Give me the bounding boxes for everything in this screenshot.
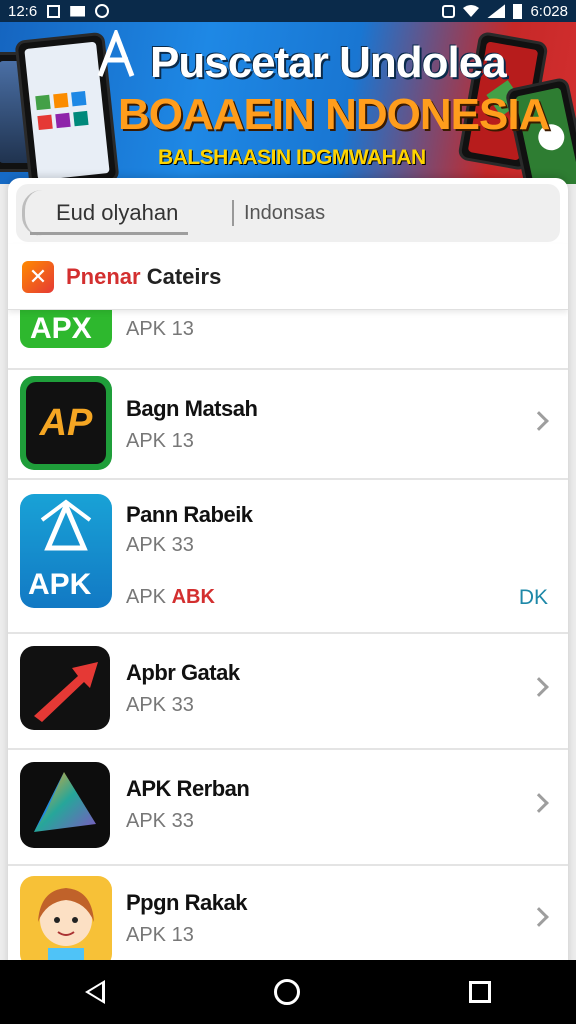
search-tab-left[interactable]: Eud olyahan xyxy=(56,200,202,226)
status-bar: 12:6 6:028 xyxy=(0,0,576,22)
signal-icon xyxy=(487,4,506,18)
category-title-red: Pnenar xyxy=(66,263,141,289)
mail-icon xyxy=(70,5,86,17)
category-x-icon: ✕ xyxy=(22,260,54,293)
category-title: Pnenar Cateirs xyxy=(66,264,221,290)
nav-home-icon[interactable] xyxy=(273,979,300,1005)
back-bracket-icon[interactable] xyxy=(22,190,50,236)
app-list-card: Eud olyahan Indonsas ✕ Pnenar Cateirs AP… xyxy=(8,178,568,978)
list-item[interactable]: AP Bagn Matsah APK 13 xyxy=(8,370,568,480)
app-list: APX APK 13 AP Bagn Matsah APK 13 APK Pan… xyxy=(8,304,568,976)
app-extra-grey: APK xyxy=(126,586,167,608)
search-tab-indicator xyxy=(30,232,188,235)
banner-title: Puscetar Undolea xyxy=(150,38,507,87)
search-divider xyxy=(232,200,234,226)
avatar-girl-icon xyxy=(20,876,112,968)
banner-tagline: BALSHAASIN IDGMWAHAN xyxy=(158,146,426,169)
app-extra-label: APK ABK xyxy=(126,586,215,609)
battery-icon xyxy=(513,3,523,19)
app-version: APK 13 xyxy=(126,318,194,340)
nav-back-icon[interactable] xyxy=(84,980,105,1004)
notification-icon xyxy=(47,4,61,18)
system-nav-bar xyxy=(0,960,576,1024)
app-version: APK 13 xyxy=(126,430,194,452)
banner-subtitle: BOAAEIN NDONESIA xyxy=(118,90,550,139)
list-item[interactable]: Apbr Gatak APK 33 xyxy=(8,634,568,750)
svg-text:APX: APX xyxy=(30,312,92,345)
app-extra-red: ABK xyxy=(171,586,215,608)
status-time: 12:6 xyxy=(8,2,38,20)
nav-recents-icon[interactable] xyxy=(469,981,492,1003)
list-item[interactable]: APK Rerban APK 33 xyxy=(8,750,568,866)
app-name: Ppgn Rakak xyxy=(126,890,247,915)
app-name: Pann Rabeik xyxy=(126,502,253,527)
promo-banner[interactable]: Puscetar Undolea BOAAEIN NDONESIA BALSHA… xyxy=(0,22,576,184)
app-name: APK Rerban xyxy=(126,776,250,801)
logo-icon xyxy=(97,30,135,77)
app-name: Apbr Gatak xyxy=(126,660,240,685)
list-item[interactable]: APK Pann Rabeik APK 33 APK ABK DK xyxy=(8,480,568,634)
wifi-icon xyxy=(463,5,480,17)
app-name: Bagn Matsah xyxy=(126,396,258,421)
sync-icon xyxy=(95,4,110,18)
alarm-icon xyxy=(442,4,456,18)
list-item[interactable]: APX APK 13 xyxy=(8,304,568,370)
triangle-gradient-icon xyxy=(20,762,110,848)
chevron-right-icon[interactable] xyxy=(529,907,549,927)
apk-blue-icon: APK xyxy=(20,494,112,608)
chevron-right-icon[interactable] xyxy=(529,411,549,431)
ap-orange-icon: AP xyxy=(20,376,112,470)
app-version: APK 33 xyxy=(126,534,194,556)
search-tab-right[interactable]: Indonsas xyxy=(244,202,325,225)
chevron-right-icon[interactable] xyxy=(529,793,549,813)
ok-button[interactable]: DK xyxy=(519,586,548,610)
svg-text:APK: APK xyxy=(28,568,92,601)
chevron-right-icon[interactable] xyxy=(529,677,549,697)
red-arrow-icon xyxy=(20,646,110,730)
app-version: APK 13 xyxy=(126,924,194,946)
category-title-dark: Cateirs xyxy=(146,263,222,289)
app-version: APK 33 xyxy=(126,810,194,832)
status-time-right: 6:028 xyxy=(530,2,568,20)
category-header[interactable]: ✕ Pnenar Cateirs xyxy=(8,244,568,310)
app-version: APK 33 xyxy=(126,694,194,716)
apk-green-icon: APX xyxy=(20,304,112,348)
